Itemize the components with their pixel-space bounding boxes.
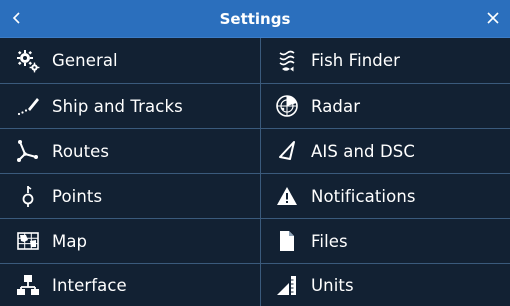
menu-item-label: General	[52, 51, 118, 70]
units-icon	[275, 273, 299, 297]
menu-item-label: AIS and DSC	[311, 141, 415, 161]
menu-item-fish-finder[interactable]: Fish Finder	[261, 38, 510, 84]
warning-icon	[275, 184, 299, 208]
page-title: Settings	[219, 10, 291, 28]
menu-item-ship-and-tracks[interactable]: Ship and Tracks	[0, 84, 261, 129]
file-icon	[275, 229, 299, 253]
menu-item-units[interactable]: Units	[261, 264, 510, 306]
menu-item-label: Ship and Tracks	[52, 96, 183, 116]
menu-item-map[interactable]: Map	[0, 219, 261, 264]
menu-item-label: Routes	[52, 141, 110, 161]
fish-finder-icon	[275, 49, 299, 73]
menu-item-label: Interface	[52, 275, 127, 295]
menu-item-interface[interactable]: Interface	[0, 264, 261, 306]
header-bar: Settings	[0, 0, 510, 38]
menu-item-notifications[interactable]: Notifications	[261, 174, 510, 219]
settings-screen: Settings General Fish Finder Ship and Tr…	[0, 0, 510, 306]
routes-icon	[16, 139, 40, 163]
menu-item-label: Units	[311, 275, 354, 295]
settings-grid: General Fish Finder Ship and Tracks Rada…	[0, 38, 510, 306]
menu-item-points[interactable]: Points	[0, 174, 261, 219]
ship-track-icon	[16, 94, 40, 118]
gears-icon	[16, 49, 40, 73]
menu-item-routes[interactable]: Routes	[0, 129, 261, 174]
map-icon	[16, 229, 40, 253]
close-icon	[486, 10, 500, 29]
ais-triangle-icon	[275, 139, 299, 163]
radar-icon	[275, 94, 299, 118]
menu-item-label: Fish Finder	[311, 51, 401, 70]
menu-item-label: Points	[52, 186, 103, 206]
menu-item-radar[interactable]: Radar	[261, 84, 510, 129]
menu-item-ais-and-dsc[interactable]: AIS and DSC	[261, 129, 510, 174]
point-marker-icon	[16, 184, 40, 208]
menu-item-label: Notifications	[311, 186, 416, 206]
menu-item-label: Radar	[311, 96, 361, 116]
menu-item-label: Files	[311, 231, 348, 251]
menu-item-files[interactable]: Files	[261, 219, 510, 264]
close-button[interactable]	[472, 0, 500, 38]
menu-item-general[interactable]: General	[0, 38, 261, 84]
interface-icon	[16, 273, 40, 297]
menu-item-label: Map	[52, 231, 88, 251]
